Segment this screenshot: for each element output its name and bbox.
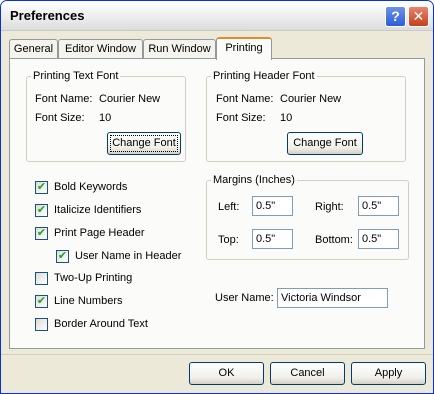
help-icon: ? [391, 8, 400, 24]
tab-general[interactable]: General [9, 39, 58, 59]
check-icon: ✔ [35, 295, 48, 308]
help-button[interactable]: ? [385, 6, 406, 27]
user-name-in-header-label: User Name in Header [75, 250, 182, 262]
tab-run-window[interactable]: Run Window [143, 39, 216, 59]
divider [1, 354, 433, 355]
header-font-name-value: Courier New [280, 93, 342, 105]
margin-left-input[interactable] [252, 196, 293, 216]
ok-button[interactable]: OK [189, 362, 264, 385]
italicize-identifiers-checkbox[interactable]: ✔ Italicize Identifiers [35, 204, 155, 218]
border-around-text-label: Border Around Text [54, 318, 148, 330]
text-change-font-button[interactable]: Change Font [107, 132, 181, 155]
check-icon: ✔ [35, 204, 48, 217]
text-font-group-title: Printing Text Font [31, 69, 121, 83]
two-up-printing-checkbox[interactable]: Two-Up Printing [35, 272, 155, 286]
margin-left-label: Left: [218, 201, 240, 213]
italicize-identifiers-label: Italicize Identifiers [54, 204, 142, 216]
bold-keywords-label: Bold Keywords [54, 181, 128, 193]
preferences-dialog: Preferences ? ✕ General Editor Window Ru… [0, 0, 434, 394]
margin-bottom-label: Bottom: [315, 234, 353, 246]
header-font-group: Printing Header Font Font Name: Courier … [206, 69, 406, 162]
user-name-input[interactable] [277, 288, 388, 308]
check-icon: ✔ [56, 250, 69, 263]
printing-panel: Printing Text Font Font Name: Courier Ne… [9, 58, 425, 349]
text-font-name-value: Courier New [99, 93, 161, 105]
window-title: Preferences [10, 8, 85, 23]
text-font-size-label: Font Size: [35, 112, 85, 124]
close-icon: ✕ [412, 8, 425, 24]
line-numbers-checkbox[interactable]: ✔ Line Numbers [35, 295, 155, 309]
margins-group-title: Margins (Inches) [211, 173, 297, 187]
text-font-group: Printing Text Font Font Name: Courier Ne… [26, 69, 186, 162]
margin-top-input[interactable] [252, 229, 293, 249]
user-name-in-header-checkbox[interactable]: ✔ User Name in Header [56, 250, 186, 264]
print-page-header-checkbox[interactable]: ✔ Print Page Header [35, 227, 155, 241]
title-bar[interactable]: Preferences ? ✕ [1, 1, 433, 31]
margin-top-label: Top: [218, 234, 239, 246]
line-numbers-label: Line Numbers [54, 295, 123, 307]
apply-button[interactable]: Apply [351, 362, 426, 385]
user-name-label: User Name: [215, 292, 274, 304]
check-icon: ✔ [35, 181, 48, 194]
margin-right-input[interactable] [358, 196, 399, 216]
margin-right-label: Right: [315, 201, 344, 213]
text-font-name-label: Font Name: [35, 93, 93, 105]
margin-bottom-input[interactable] [358, 229, 399, 249]
header-font-size-value: 10 [280, 112, 293, 124]
header-font-group-title: Printing Header Font [211, 69, 317, 83]
checkbox-empty [35, 318, 48, 331]
check-icon: ✔ [35, 227, 48, 240]
checkbox-empty [35, 272, 48, 285]
tab-editor-window[interactable]: Editor Window [58, 39, 143, 59]
close-button[interactable]: ✕ [408, 6, 429, 27]
tab-printing[interactable]: Printing [216, 37, 272, 60]
two-up-printing-label: Two-Up Printing [54, 272, 133, 284]
header-font-name-label: Font Name: [216, 93, 274, 105]
border-around-text-checkbox[interactable]: Border Around Text [35, 318, 155, 332]
text-font-size-value: 10 [99, 112, 112, 124]
header-change-font-button[interactable]: Change Font [287, 132, 363, 155]
header-font-size-label: Font Size: [216, 112, 266, 124]
cancel-button[interactable]: Cancel [270, 362, 345, 385]
print-page-header-label: Print Page Header [54, 227, 145, 239]
bold-keywords-checkbox[interactable]: ✔ Bold Keywords [35, 181, 155, 195]
margins-group: Margins (Inches) Left: Right: Top: Botto… [206, 173, 409, 260]
